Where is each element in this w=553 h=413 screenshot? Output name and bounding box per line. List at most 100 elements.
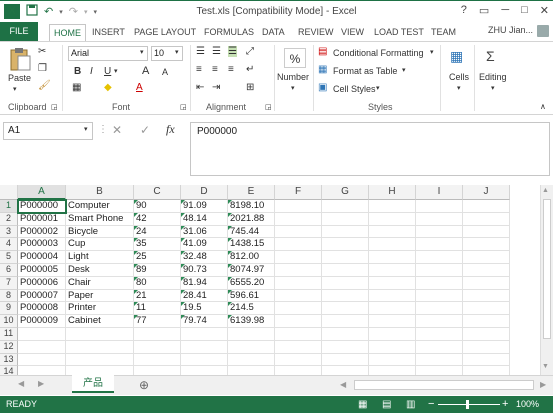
cell[interactable] bbox=[416, 238, 463, 252]
row-header[interactable]: 11 bbox=[0, 328, 18, 341]
cell[interactable]: P000007 bbox=[18, 289, 66, 303]
cell[interactable] bbox=[416, 264, 463, 277]
cell[interactable] bbox=[275, 340, 322, 354]
cell[interactable] bbox=[369, 276, 416, 290]
cell[interactable]: Desk bbox=[66, 264, 134, 277]
formula-input[interactable]: P000000 bbox=[190, 122, 550, 176]
tab-review[interactable]: REVIEW bbox=[298, 24, 334, 40]
cell[interactable]: 42 bbox=[134, 212, 181, 226]
cell[interactable] bbox=[275, 212, 322, 226]
sheet-tab[interactable]: 产品 bbox=[72, 375, 114, 393]
user-name[interactable]: ZHU Jian... bbox=[488, 25, 533, 35]
cell[interactable]: 41.09 bbox=[181, 238, 228, 252]
format-painter-icon[interactable]: 🖌 bbox=[38, 80, 51, 91]
cancel-icon[interactable]: ✕ bbox=[112, 123, 122, 137]
collapse-ribbon-icon[interactable]: ∧ bbox=[540, 102, 546, 111]
select-all-corner[interactable] bbox=[0, 185, 18, 200]
cell[interactable] bbox=[416, 225, 463, 239]
zoom-out-button[interactable]: − bbox=[428, 396, 434, 413]
row-header[interactable]: 2 bbox=[0, 212, 18, 226]
cell[interactable] bbox=[18, 328, 66, 341]
tab-insert[interactable]: INSERT bbox=[92, 24, 125, 40]
cell[interactable]: 19.5 bbox=[181, 302, 228, 316]
row-header[interactable]: 13 bbox=[0, 353, 18, 367]
cell[interactable] bbox=[275, 238, 322, 252]
cell[interactable]: 812.00 bbox=[228, 251, 275, 264]
cell[interactable] bbox=[275, 328, 322, 341]
cell[interactable]: Light bbox=[66, 251, 134, 264]
font-color-button[interactable]: A bbox=[136, 82, 143, 93]
minimize-icon[interactable]: ─ bbox=[501, 4, 509, 17]
chevron-down-icon[interactable]: ▾ bbox=[291, 84, 295, 92]
cell[interactable] bbox=[275, 302, 322, 316]
cells-icon[interactable]: ▦ bbox=[450, 48, 463, 65]
copy-icon[interactable]: ❐ bbox=[38, 63, 47, 74]
cell[interactable]: Paper bbox=[66, 289, 134, 303]
cell[interactable] bbox=[275, 264, 322, 277]
chevron-down-icon[interactable]: ▾ bbox=[457, 84, 461, 92]
editing-icon[interactable]: Σ bbox=[486, 48, 495, 64]
row-header[interactable]: 10 bbox=[0, 315, 18, 328]
row-header[interactable]: 8 bbox=[0, 289, 18, 303]
cell[interactable] bbox=[369, 353, 416, 367]
tab-load-test[interactable]: LOAD TEST bbox=[374, 24, 424, 40]
cell[interactable] bbox=[66, 328, 134, 341]
cell[interactable] bbox=[416, 353, 463, 367]
decrease-indent-icon[interactable]: ⇤ bbox=[196, 82, 204, 93]
cell-styles-button[interactable]: Cell Styles bbox=[333, 84, 376, 94]
cell[interactable]: P000005 bbox=[18, 264, 66, 277]
cell[interactable] bbox=[369, 340, 416, 354]
enter-icon[interactable]: ✓ bbox=[140, 123, 150, 137]
cell[interactable]: P000006 bbox=[18, 276, 66, 290]
number-button[interactable]: Number bbox=[277, 72, 309, 82]
cell[interactable]: 6139.98 bbox=[228, 315, 275, 328]
cell[interactable] bbox=[322, 289, 369, 303]
cell[interactable] bbox=[369, 225, 416, 239]
wrap-text-icon[interactable]: ↵ bbox=[246, 64, 254, 75]
scroll-left-icon[interactable]: ◀ bbox=[18, 379, 24, 388]
align-left-icon[interactable]: ≡ bbox=[196, 64, 202, 75]
tab-data[interactable]: DATA bbox=[262, 24, 285, 40]
cut-icon[interactable]: ✂ bbox=[38, 46, 46, 57]
cell[interactable]: 11 bbox=[134, 302, 181, 316]
cell[interactable]: 1438.15 bbox=[228, 238, 275, 252]
vertical-scrollbar[interactable]: ▲ ▼ bbox=[540, 185, 553, 375]
cell[interactable]: Chair bbox=[66, 276, 134, 290]
orientation-icon[interactable]: ⤢ bbox=[246, 46, 254, 57]
fill-color-icon[interactable]: ◆ bbox=[104, 82, 112, 93]
cell[interactable] bbox=[322, 251, 369, 264]
zoom-level[interactable]: 100% bbox=[516, 396, 539, 413]
cell[interactable]: Printer bbox=[66, 302, 134, 316]
cell[interactable] bbox=[18, 353, 66, 367]
paste-icon[interactable] bbox=[8, 46, 32, 72]
cell[interactable]: 21 bbox=[134, 289, 181, 303]
help-icon[interactable]: ? bbox=[461, 4, 467, 17]
column-header[interactable]: B bbox=[66, 185, 134, 200]
format-as-table-button[interactable]: Format as Table bbox=[333, 66, 397, 76]
avatar[interactable] bbox=[537, 25, 549, 37]
zoom-slider-thumb[interactable] bbox=[466, 400, 469, 409]
tab-page-layout[interactable]: PAGE LAYOUT bbox=[134, 24, 196, 40]
number-format-icon[interactable]: % bbox=[284, 48, 306, 68]
cell[interactable] bbox=[322, 200, 369, 213]
cell[interactable] bbox=[369, 251, 416, 264]
row-header[interactable]: 12 bbox=[0, 340, 18, 354]
row-header[interactable]: 3 bbox=[0, 225, 18, 239]
conditional-formatting-icon[interactable]: ▤ bbox=[318, 46, 327, 57]
zoom-slider[interactable] bbox=[438, 404, 500, 405]
cells-button[interactable]: Cells bbox=[449, 72, 469, 82]
cell[interactable] bbox=[181, 353, 228, 367]
cell[interactable] bbox=[228, 328, 275, 341]
cell[interactable]: 35 bbox=[134, 238, 181, 252]
column-header[interactable]: D bbox=[181, 185, 228, 200]
row-header[interactable]: 4 bbox=[0, 238, 18, 252]
scroll-down-icon[interactable]: ▼ bbox=[542, 363, 549, 370]
cell[interactable] bbox=[463, 276, 510, 290]
insert-function-icon[interactable]: fx bbox=[166, 122, 175, 137]
name-box[interactable]: A1 bbox=[3, 122, 93, 140]
chevron-down-icon[interactable]: ▾ bbox=[84, 125, 88, 133]
page-break-view-icon[interactable]: ▥ bbox=[406, 396, 415, 413]
font-name-box[interactable]: Arial bbox=[68, 46, 148, 61]
chevron-down-icon[interactable]: ▾ bbox=[491, 84, 495, 92]
bold-button[interactable]: B bbox=[74, 66, 81, 77]
